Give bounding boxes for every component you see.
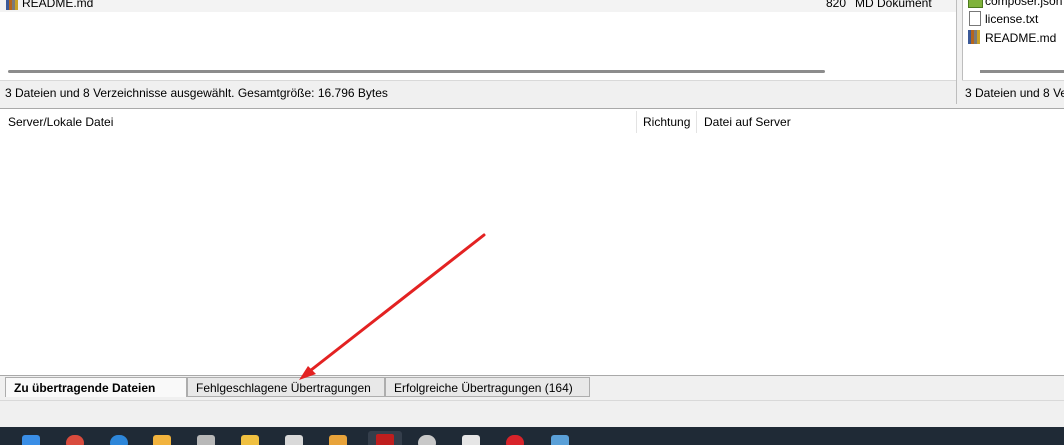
list-item[interactable]: README.md: [985, 31, 1056, 45]
tab-successful-transfers[interactable]: Erfolgreiche Übertragungen (164): [385, 377, 590, 397]
calculator-app-icon[interactable]: [551, 435, 569, 445]
file-icon[interactable]: [197, 435, 215, 445]
calculator-icon[interactable]: [285, 435, 303, 445]
windows-start-icon[interactable]: [22, 435, 40, 445]
list-item[interactable]: composer.json: [985, 0, 1062, 8]
tab-queued-files[interactable]: Zu übertragende Dateien: [5, 377, 187, 397]
text-file-icon: [969, 11, 981, 26]
clock-icon[interactable]: [418, 435, 436, 445]
local-status-bar: 3 Dateien und 8 Verzeichnisse ausgewählt…: [0, 80, 956, 104]
column-header-remote-file[interactable]: Datei auf Server: [704, 109, 791, 135]
remote-status-bar: 3 Dateien und 8 Ve: [962, 80, 1064, 104]
app-status-bar: [0, 400, 1064, 428]
file-name: README.md: [22, 0, 94, 10]
list-item[interactable]: README.md 820 MD Dokument: [0, 0, 956, 12]
json-file-icon: [968, 0, 983, 8]
chrome-icon[interactable]: [66, 435, 84, 445]
paint-icon[interactable]: [329, 435, 347, 445]
remote-status-text: 3 Dateien und 8 Ve: [965, 86, 1064, 100]
column-header-direction[interactable]: Richtung: [643, 109, 690, 135]
edge-icon[interactable]: [110, 435, 128, 445]
remote-horizontal-scrollbar[interactable]: [980, 70, 1064, 73]
explorer-folder-icon[interactable]: [241, 435, 259, 445]
local-status-text: 3 Dateien und 8 Verzeichnisse ausgewählt…: [5, 86, 388, 100]
column-header-server-local[interactable]: Server/Lokale Datei: [8, 109, 113, 135]
local-horizontal-scrollbar[interactable]: [8, 70, 825, 73]
folder-star-icon[interactable]: [153, 435, 171, 445]
filezilla-icon: [376, 434, 394, 445]
column-divider[interactable]: [636, 111, 637, 133]
transfer-queue[interactable]: Server/Lokale Datei Richtung Datei auf S…: [0, 108, 1064, 376]
readme-file-icon: [6, 0, 19, 10]
opera-icon[interactable]: [506, 435, 524, 445]
readme-file-icon: [968, 30, 981, 44]
taskbar: [0, 427, 1064, 445]
filezilla-active-slot[interactable]: [368, 431, 402, 445]
list-item[interactable]: license.txt: [985, 12, 1038, 26]
file-size: 820: [826, 0, 847, 10]
notepad-icon[interactable]: [462, 435, 480, 445]
column-divider[interactable]: [696, 111, 697, 133]
tab-failed-transfers[interactable]: Fehlgeschlagene Übertragungen: [187, 377, 385, 397]
file-type: MD Dokument: [855, 0, 932, 10]
